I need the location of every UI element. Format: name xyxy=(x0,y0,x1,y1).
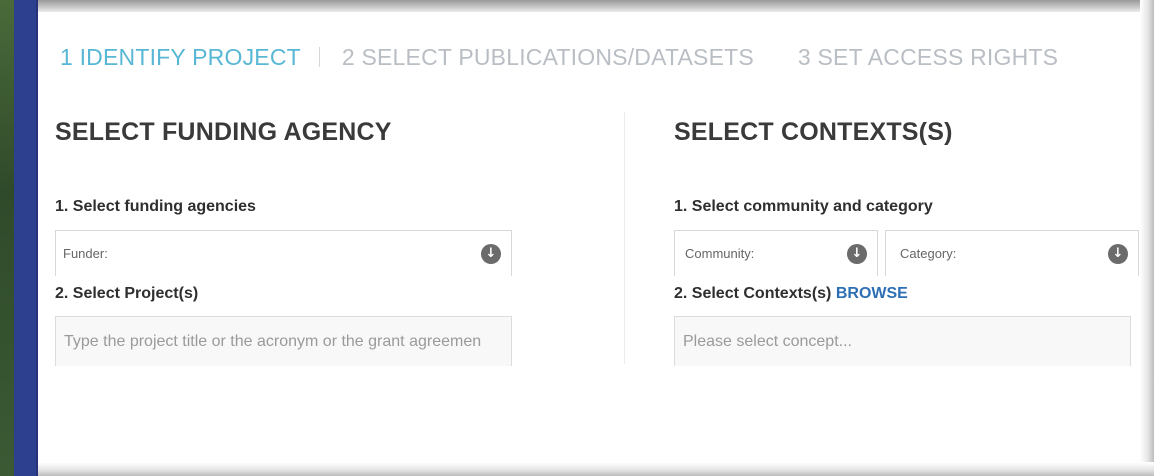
step-select-publications[interactable]: 2 SELECT PUBLICATIONS/DATASETS xyxy=(342,44,754,71)
category-label: Category: xyxy=(900,246,957,261)
left-window-edge xyxy=(0,0,14,476)
browse-link[interactable]: BROWSE xyxy=(836,285,908,302)
frame-right-shadow xyxy=(1140,0,1154,476)
project-search-input[interactable] xyxy=(55,316,512,366)
concept-search-input[interactable] xyxy=(674,316,1131,366)
select-community-category-label: 1. Select community and category xyxy=(674,198,933,215)
frame-bottom-shadow xyxy=(38,462,1154,476)
select-funding-agencies-label: 1. Select funding agencies xyxy=(55,198,256,215)
frame-top-shadow xyxy=(38,0,1154,12)
select-contexts-text: 2. Select Contexts(s) xyxy=(674,285,832,302)
select-contexts-label: 2. Select Contexts(s) BROWSE xyxy=(674,285,908,303)
left-side-bar xyxy=(14,0,38,476)
circle-down-arrow-icon[interactable]: ↓ xyxy=(847,243,867,264)
category-dropdown[interactable]: Category: ↓ xyxy=(885,230,1139,276)
circle-down-arrow-icon[interactable]: ↓ xyxy=(1108,243,1128,264)
contexts-title: SELECT CONTEXTS(S) xyxy=(674,118,953,146)
wizard-steps: 1 IDENTIFY PROJECT 2 SELECT PUBLICATIONS… xyxy=(60,42,1058,72)
step-separator xyxy=(318,47,320,67)
community-dropdown[interactable]: Community: ↓ xyxy=(674,230,878,276)
select-projects-label: 2. Select Project(s) xyxy=(55,285,199,302)
circle-down-arrow-icon[interactable]: ↓ xyxy=(481,243,501,264)
community-label: Community: xyxy=(685,246,755,261)
step-identify-project[interactable]: 1 IDENTIFY PROJECT xyxy=(60,44,301,71)
funding-agency-title: SELECT FUNDING AGENCY xyxy=(55,118,392,146)
funder-dropdown[interactable]: Funder: ↓ xyxy=(55,230,512,276)
funder-label: Funder: xyxy=(63,246,108,261)
step-set-access-rights[interactable]: 3 SET ACCESS RIGHTS xyxy=(798,44,1058,71)
column-divider xyxy=(624,112,625,364)
